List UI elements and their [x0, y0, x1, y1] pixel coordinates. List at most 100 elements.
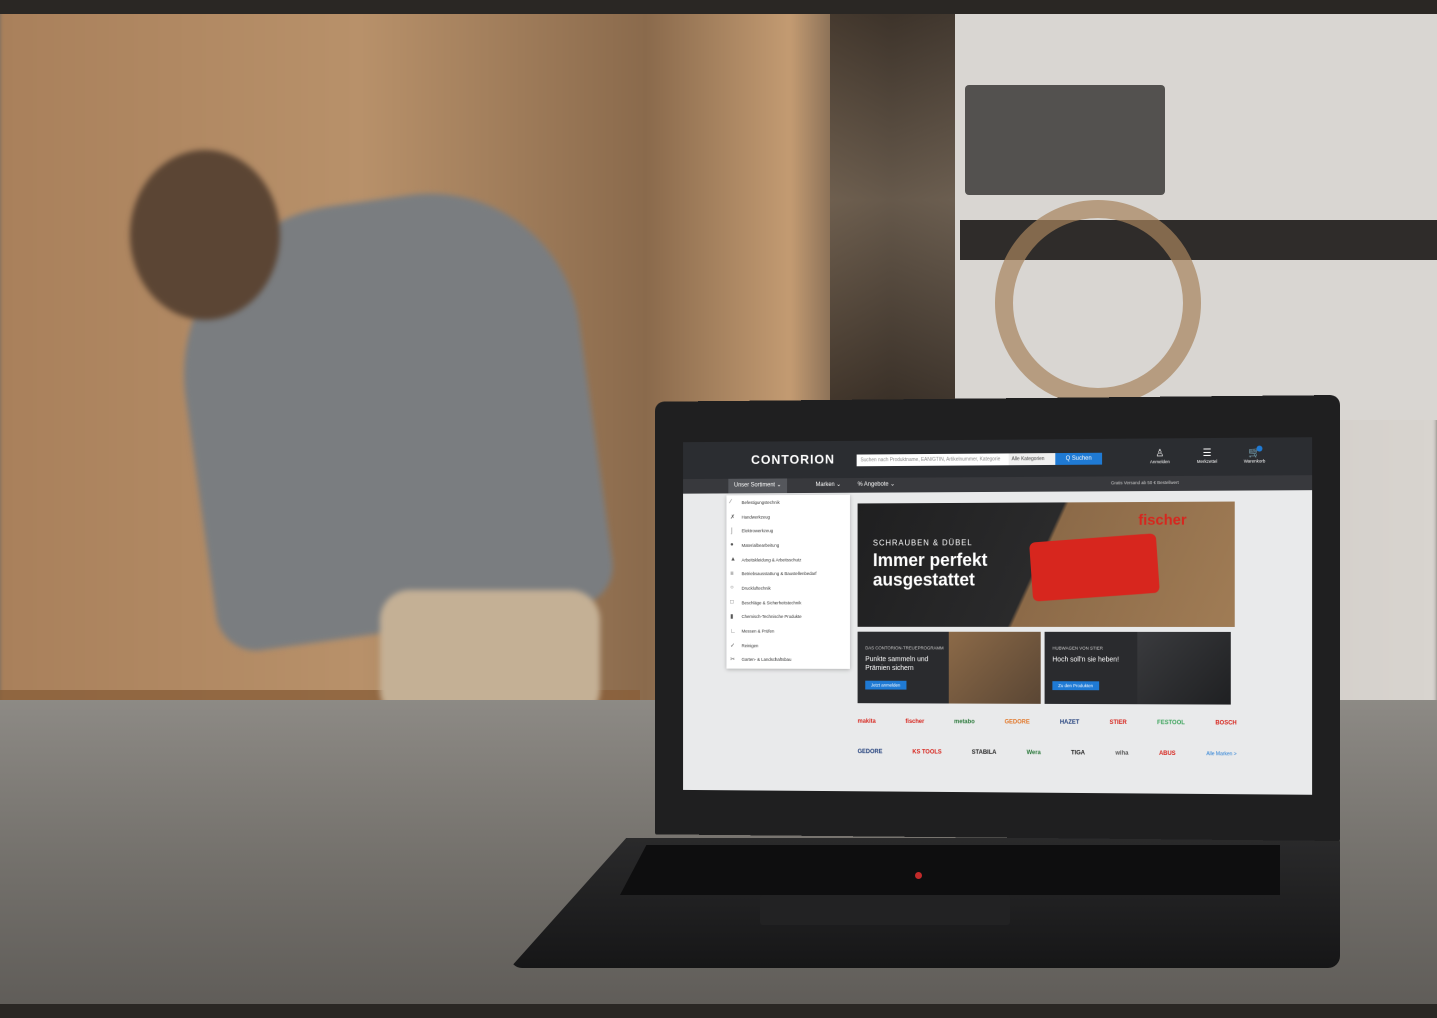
brand-logo[interactable]: HAZET: [1060, 720, 1079, 726]
promo-stier[interactable]: HUBWAGEN VON STIER Hoch soll'n sie heben…: [1044, 631, 1231, 705]
category-menu: ∕ Befestigungstechnik ✗ Handwerkzeug ⌡ Elek…: [726, 494, 850, 669]
menu-item-label: Elektrowerkzeug: [741, 528, 774, 534]
brand-logo[interactable]: BOSCH: [1215, 720, 1236, 726]
menu-item-label: Reinigen: [741, 643, 759, 648]
menu-item-label: Handwerkzeug: [741, 514, 771, 520]
cart-label: Warenkorb: [1243, 458, 1266, 464]
hero-title: Immer perfekt ausgestattet: [872, 550, 988, 590]
promo-image: [1137, 631, 1231, 705]
laptop-lid: CONTORION Suchen nach Produktname, EAN/G…: [654, 395, 1340, 841]
menu-item[interactable]: ✓ Reinigen: [726, 638, 850, 652]
wishlist-label: Merkzettel: [1196, 458, 1218, 464]
menu-item-label: Betriebsausstattung & Baustellenbedarf: [741, 571, 817, 577]
shipping-note: Gratis Versand ab 50 € Bestellwert: [1110, 479, 1179, 486]
account-label: Anmelden: [1149, 459, 1170, 465]
frame-top: [0, 0, 1437, 14]
hero-banner[interactable]: SCHRAUBEN & DÜBEL Immer perfekt ausgesta…: [857, 501, 1235, 627]
lock-icon: □: [730, 599, 734, 606]
tools-icon: ✗: [730, 514, 735, 521]
menu-item-label: Garten- & Landschaftsbau: [741, 657, 792, 663]
promo-eyebrow: HUBWAGEN VON STIER: [1052, 645, 1103, 651]
promo-loyalty[interactable]: DAS CONTORION-TREUEPROGRAMM Punkte samme…: [857, 631, 1041, 704]
menu-item[interactable]: ∟ Messen & Prüfen: [726, 624, 850, 638]
cart-button[interactable]: 🛒 Warenkorb: [1235, 445, 1275, 464]
shears-icon: ✂: [730, 657, 735, 664]
promo-title: Punkte sammeln und Prämien sichern: [865, 656, 929, 672]
nav-marken-label: Marken: [815, 482, 835, 489]
wishlist-button[interactable]: ☰ Merkzettel: [1187, 448, 1226, 464]
brand-logo[interactable]: wiha: [1115, 751, 1128, 757]
promo-eyebrow: DAS CONTORION-TREUEPROGRAMM: [865, 645, 944, 651]
search-button[interactable]: Q Suchen: [1055, 452, 1103, 465]
brand-logo[interactable]: fischer: [905, 719, 924, 725]
menu-item[interactable]: ✂ Garten- & Landschaftsbau: [726, 653, 850, 668]
menu-item[interactable]: ▮ Chemisch-Technische Produkte: [726, 610, 850, 624]
menu-item[interactable]: ✗ Handwerkzeug: [726, 509, 850, 524]
menu-item[interactable]: □ Beschläge & Sicherheitstechnik: [726, 595, 850, 609]
category-select[interactable]: Alle Kategorien: [1008, 453, 1056, 466]
nav-angebote[interactable]: % Angebote ⌄: [858, 481, 895, 488]
site-nav: Unser Sortiment ⌄ Marken ⌄ % Angebote ⌄ …: [683, 475, 1313, 494]
drill-icon: ⌡: [730, 528, 734, 535]
cart-badge: [1256, 445, 1263, 452]
menu-item-label: Arbeitskleidung & Arbeitsschutz: [741, 557, 802, 563]
keyboard: [620, 845, 1280, 895]
menu-item-label: Materialbearbeitung: [741, 542, 780, 548]
brand-logo[interactable]: TIGA: [1071, 750, 1085, 756]
brand-logo[interactable]: makita: [858, 719, 876, 725]
gauge-icon: ○: [730, 585, 734, 592]
brand-row-1: makita fischer metabo GEDORE HAZET STIER FESTO…: [858, 719, 1237, 727]
brand-logo[interactable]: Wera: [1027, 750, 1041, 756]
site-logo[interactable]: CONTORION: [751, 452, 835, 467]
promo-button[interactable]: Zu den Produkten: [1052, 681, 1099, 691]
menu-item[interactable]: ⌡ Elektrowerkzeug: [726, 523, 850, 538]
account-button[interactable]: ♙ Anmelden: [1140, 448, 1179, 464]
nav-marken[interactable]: Marken ⌄: [816, 481, 841, 488]
laptop-screen: CONTORION Suchen nach Produktname, EAN/G…: [683, 437, 1313, 795]
user-icon: ♙: [1155, 448, 1165, 460]
all-brands-link[interactable]: Alle Marken >: [1206, 751, 1236, 757]
brand-logo[interactable]: ABUS: [1159, 751, 1176, 757]
promo-title: Hoch soll'n sie heben!: [1052, 656, 1119, 664]
hero-eyebrow: SCHRAUBEN & DÜBEL: [872, 538, 973, 548]
menu-item[interactable]: ● Materialbearbeitung: [726, 538, 850, 553]
menu-item[interactable]: ▲ Arbeitskleidung & Arbeitsschutz: [726, 552, 850, 567]
brand-row-2: GEDORE KS TOOLS STABILA Wera TIGA wiha ABUS All…: [858, 749, 1237, 757]
ruler-icon: ∟: [730, 628, 736, 635]
helmet-icon: ▲: [730, 556, 736, 563]
product-case-image: [1029, 533, 1160, 602]
menu-item-label: Druckluftechnik: [741, 585, 771, 591]
crate: [965, 85, 1165, 195]
promo-image: [948, 631, 1041, 704]
brand-logo[interactable]: GEDORE: [858, 749, 883, 755]
hose-ring: [995, 200, 1201, 406]
menu-item[interactable]: ○ Druckluftechnik: [726, 581, 850, 595]
menu-item[interactable]: ∕ Befestigungstechnik: [726, 495, 850, 510]
hero-brand-logo: fischer: [1138, 511, 1187, 529]
broom-icon: ✓: [730, 643, 735, 649]
trackpad: [760, 895, 1010, 925]
brand-logo[interactable]: KS TOOLS: [912, 749, 941, 755]
site-header: CONTORION Suchen nach Produktname, EAN/G…: [683, 437, 1313, 480]
brand-logo[interactable]: STABILA: [972, 750, 997, 756]
search-input[interactable]: Suchen nach Produktname, EAN/GTIN, Artik…: [856, 453, 1009, 467]
cart-icon: 🛒: [1248, 447, 1261, 459]
brand-logo[interactable]: STIER: [1110, 720, 1127, 726]
disc-icon: ●: [730, 542, 734, 549]
list-icon: ☰: [1202, 447, 1212, 459]
promo-button[interactable]: Jetzt anmelden: [865, 680, 907, 690]
brand-logo[interactable]: GEDORE: [1005, 719, 1030, 725]
ladder-icon: ≡: [730, 571, 734, 577]
menu-item-label: Befestigungstechnik: [741, 499, 780, 505]
menu-item[interactable]: ≡ Betriebsausstattung & Baustellenbedarf: [726, 567, 850, 582]
brand-logo[interactable]: metabo: [954, 719, 975, 725]
menu-item-label: Beschläge & Sicherheitstechnik: [741, 600, 802, 606]
screw-icon: ∕: [730, 499, 732, 506]
nav-sortiment[interactable]: Unser Sortiment ⌄: [728, 478, 788, 494]
nav-sortiment-label: Unser Sortiment: [734, 482, 776, 489]
frame-bottom: [0, 1004, 1437, 1018]
workshop-photo: CONTORION Suchen nach Produktname, EAN/G…: [0, 0, 1437, 1018]
nav-angebote-label: % Angebote: [857, 481, 889, 488]
menu-item-label: Messen & Prüfen: [741, 628, 775, 634]
brand-logo[interactable]: FESTOOL: [1157, 720, 1185, 726]
